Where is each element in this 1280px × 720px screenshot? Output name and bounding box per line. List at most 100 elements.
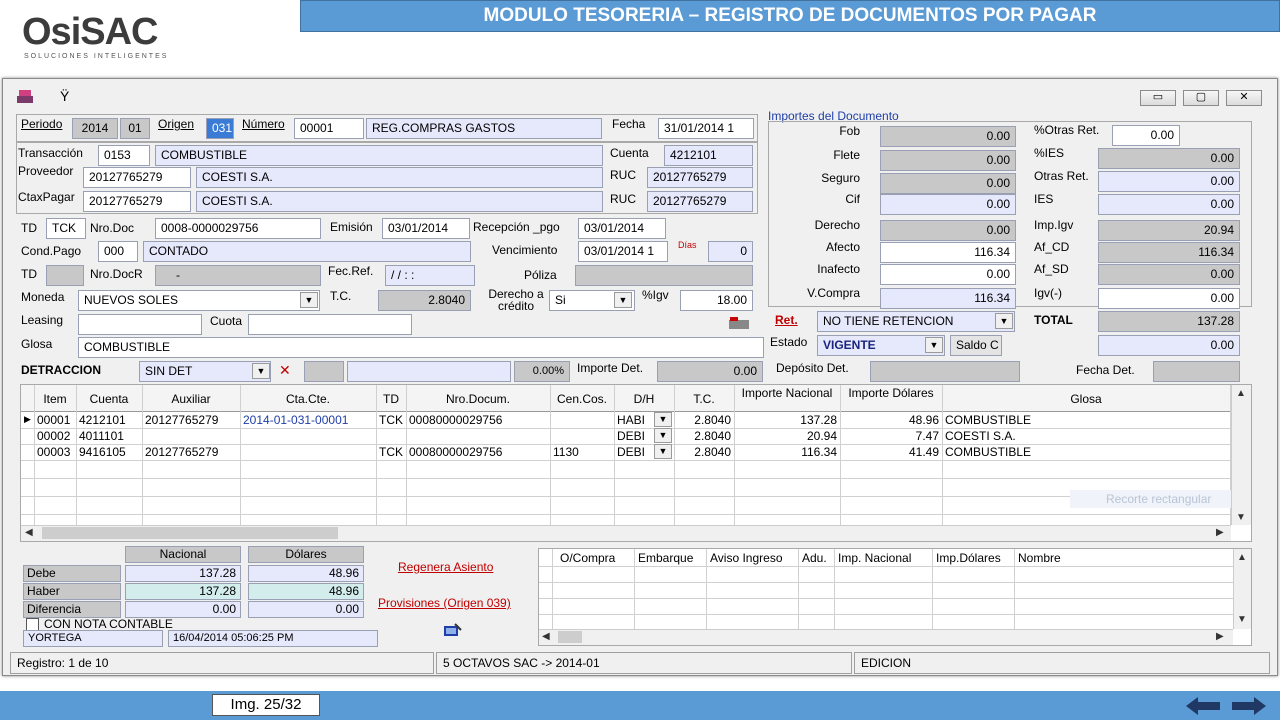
- chevron-down-icon[interactable]: ▼: [1236, 512, 1246, 523]
- transaccion-code-field[interactable]: 0153: [98, 145, 150, 166]
- origen-field[interactable]: 031: [206, 118, 234, 139]
- estado-label: Estado: [770, 335, 808, 349]
- chevron-left-icon[interactable]: ◀: [542, 631, 550, 642]
- provisiones-link[interactable]: Provisiones (Origen 039): [378, 596, 511, 610]
- grid-column-header[interactable]: Cuenta: [76, 393, 142, 405]
- grid-column-header[interactable]: Glosa: [942, 393, 1230, 405]
- subgrid-column-header[interactable]: Nombre: [1014, 552, 1232, 564]
- grid-column-header[interactable]: Auxiliar: [142, 393, 240, 405]
- clear-icon[interactable]: ✕: [279, 362, 291, 379]
- chevron-down-icon[interactable]: ▼: [654, 444, 672, 459]
- importe-label: Otras Ret.: [1034, 169, 1089, 183]
- chevron-down-icon[interactable]: ▼: [252, 363, 270, 379]
- subgrid-column-header[interactable]: Imp.Dólares: [932, 552, 1014, 564]
- ctaxpagar-code-field[interactable]: 20127765279: [83, 191, 191, 212]
- grid-column-header[interactable]: Nro.Docum.: [406, 393, 550, 405]
- saldo-button[interactable]: Saldo C: [950, 335, 1002, 356]
- proveedor-name-field: COESTI S.A.: [196, 167, 603, 188]
- chevron-up-icon[interactable]: ▲: [1237, 552, 1247, 563]
- fecref-field[interactable]: / / : :: [385, 265, 475, 286]
- ret-select[interactable]: NO TIENE RETENCION: [817, 311, 1015, 332]
- subgrid-column-header[interactable]: Embarque: [634, 552, 706, 564]
- nrodoc-field[interactable]: 0008-0000029756: [155, 218, 321, 239]
- recepcion-field[interactable]: 03/01/2014: [578, 218, 666, 239]
- vencimiento-field[interactable]: 03/01/2014 1: [578, 241, 668, 262]
- edit-icon[interactable]: [443, 622, 463, 638]
- chevron-right-icon[interactable]: ▶: [1216, 631, 1224, 642]
- user-field: YORTEGA: [23, 630, 163, 647]
- table-cell: 4212101: [79, 413, 126, 427]
- condpago-code-field[interactable]: 000: [98, 241, 138, 262]
- grid-column-header[interactable]: Importe Nacional: [734, 387, 840, 399]
- importe-field[interactable]: 0.00: [1098, 194, 1240, 215]
- importe-field[interactable]: 0.00: [1112, 125, 1180, 146]
- grid-vscroll[interactable]: [1231, 385, 1251, 525]
- grid-column-header[interactable]: Cen.Cos.: [550, 393, 614, 405]
- importe-field[interactable]: 0.00: [880, 264, 1016, 285]
- importe-field[interactable]: 0.00: [1098, 171, 1240, 192]
- numero-field[interactable]: 00001: [294, 118, 364, 139]
- grid-column-header[interactable]: T.C.: [674, 393, 734, 405]
- td2-label: TD: [21, 267, 37, 281]
- fecha-field[interactable]: 31/01/2014 1: [658, 118, 754, 139]
- importe-field[interactable]: 0.00: [880, 194, 1016, 215]
- chevron-down-icon[interactable]: ▼: [300, 292, 318, 308]
- moneda-select[interactable]: NUEVOS SOLES: [78, 290, 320, 311]
- grid-column-header[interactable]: Cta.Cte.: [240, 393, 376, 405]
- subgrid-column-header[interactable]: O/Compra: [556, 552, 634, 564]
- detraccion-pct-field: 0.00%: [514, 361, 570, 382]
- chevron-down-icon[interactable]: ▼: [654, 412, 672, 427]
- print-icon[interactable]: [16, 88, 36, 106]
- minimize-button[interactable]: ▭: [1140, 90, 1176, 106]
- grid-column-header[interactable]: D/H: [614, 393, 674, 405]
- filter-icon[interactable]: Ÿ: [60, 88, 69, 104]
- chevron-up-icon[interactable]: ▲: [1236, 388, 1246, 399]
- grid-column-header[interactable]: TD: [376, 393, 406, 405]
- total-label: TOTAL: [1034, 313, 1073, 327]
- table-cell: 4011101: [79, 429, 124, 443]
- regenera-asiento-link[interactable]: Regenera Asiento: [398, 560, 493, 574]
- arrow-left-icon[interactable]: [1186, 697, 1222, 715]
- glosa-field[interactable]: COMBUSTIBLE: [78, 337, 764, 358]
- grid-column-header[interactable]: Item: [34, 393, 76, 405]
- chevron-down-icon[interactable]: ▼: [1237, 614, 1247, 625]
- chevron-down-icon[interactable]: ▼: [654, 428, 672, 443]
- grid-hscroll-thumb[interactable]: [42, 527, 338, 539]
- importe-field[interactable]: 0.00: [1098, 288, 1240, 309]
- fecha-label: Fecha: [612, 117, 646, 131]
- chevron-down-icon[interactable]: ▼: [925, 337, 943, 353]
- subgrid-column-header[interactable]: Aviso Ingreso: [706, 552, 798, 564]
- table-cell: [550, 412, 614, 428]
- emision-label: Emisión: [330, 220, 373, 234]
- subgrid-hscroll-thumb[interactable]: [558, 631, 582, 643]
- table-cell: 00080000029756: [409, 445, 503, 459]
- importe-field: 0.00: [880, 220, 1016, 241]
- importe-label: Af_CD: [1034, 240, 1070, 254]
- igv-field[interactable]: 18.00: [680, 290, 753, 311]
- cuota-field[interactable]: [248, 314, 412, 335]
- dif-nac-field: 0.00: [125, 601, 241, 618]
- subgrid-column-header[interactable]: Imp. Nacional: [834, 552, 932, 564]
- status-empresa: 5 OCTAVOS SAC -> 2014-01: [436, 652, 852, 674]
- importe-field[interactable]: 116.34: [880, 242, 1016, 263]
- subgrid-hscroll[interactable]: [539, 629, 1233, 645]
- subgrid-column-header[interactable]: Adu.: [798, 552, 834, 564]
- calculator-icon[interactable]: [728, 316, 750, 330]
- chevron-left-icon[interactable]: ◀: [25, 527, 33, 538]
- leasing-field[interactable]: [78, 314, 202, 335]
- arrow-right-icon[interactable]: [1230, 697, 1266, 715]
- chevron-down-icon[interactable]: ▼: [614, 292, 632, 308]
- emision-field[interactable]: 03/01/2014: [382, 218, 470, 239]
- table-cell: 2.8040: [694, 429, 731, 443]
- grid-divider: [539, 614, 1233, 615]
- importe-det-label: Importe Det.: [577, 361, 644, 375]
- restore-button[interactable]: ▢: [1183, 90, 1219, 106]
- td-field[interactable]: TCK: [46, 218, 86, 239]
- importe-field[interactable]: 116.34: [880, 288, 1016, 309]
- close-button[interactable]: ✕: [1226, 90, 1262, 106]
- ret-label[interactable]: Ret.: [775, 313, 798, 327]
- chevron-down-icon[interactable]: ▼: [995, 313, 1013, 329]
- chevron-right-icon[interactable]: ▶: [1216, 527, 1224, 538]
- grid-column-header[interactable]: Importe Dólares: [840, 387, 942, 399]
- proveedor-code-field[interactable]: 20127765279: [83, 167, 191, 188]
